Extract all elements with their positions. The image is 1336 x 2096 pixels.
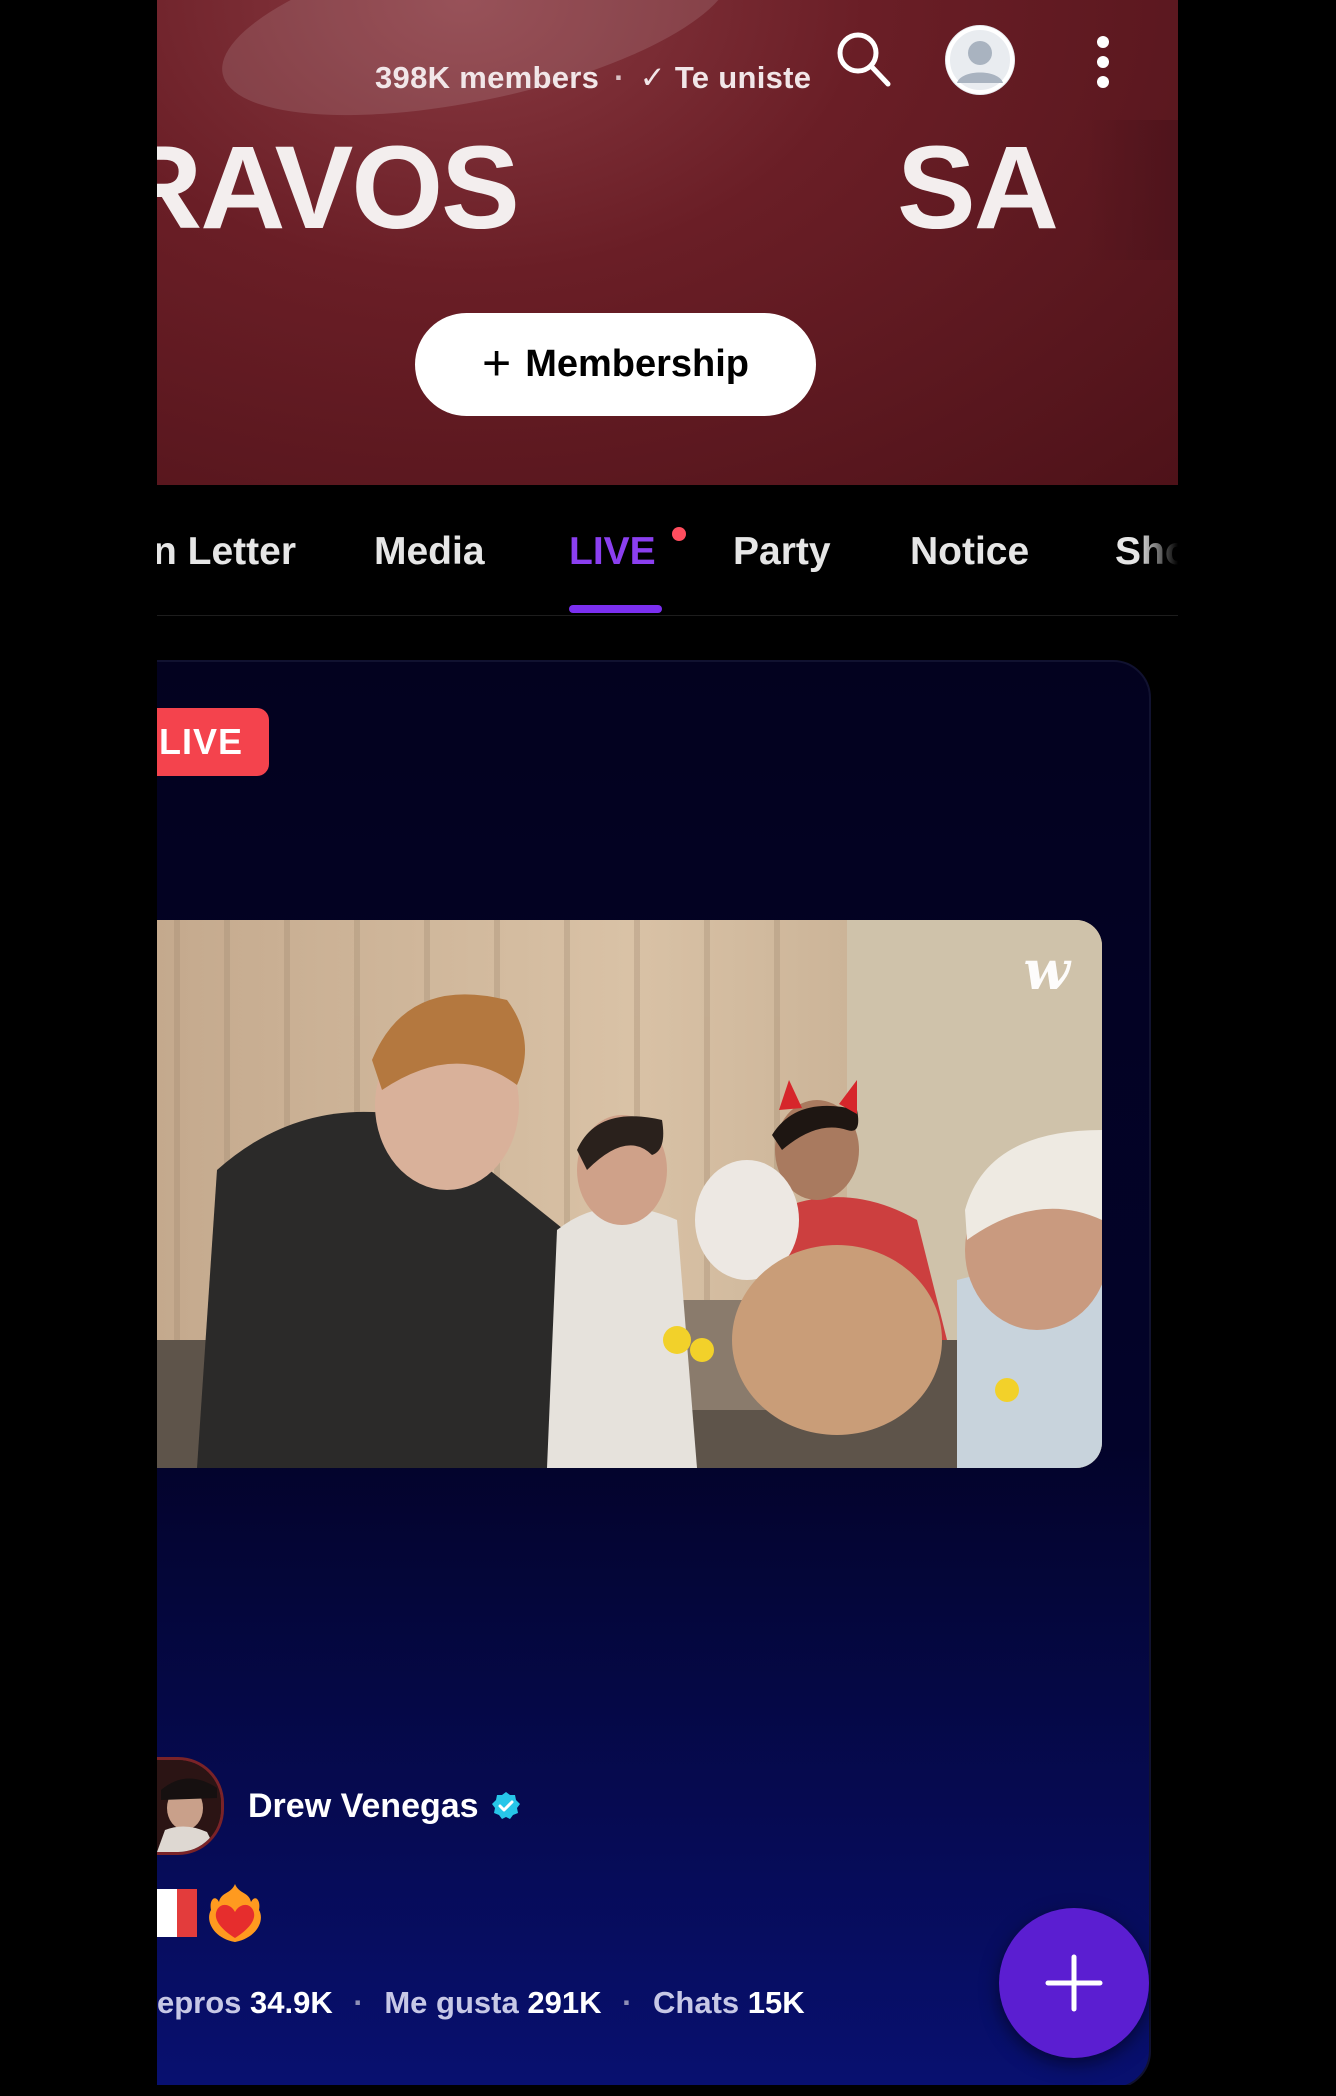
members-info: 398K members · ✓ Te uniste xyxy=(375,60,811,96)
tab-live[interactable]: LIVE xyxy=(569,530,656,574)
plus-icon xyxy=(1045,1954,1103,2012)
emoji-row xyxy=(157,1880,265,1946)
tabs-fade xyxy=(1138,515,1178,595)
banner-title-left: RAVOS xyxy=(157,122,520,254)
joined-check-icon: ✓ xyxy=(639,60,666,95)
banner-fade xyxy=(1087,120,1178,260)
profile-avatar-icon[interactable] xyxy=(945,25,1015,95)
membership-label: Membership xyxy=(525,343,750,385)
video-frame-image xyxy=(157,920,1102,1468)
tab-letter[interactable]: n Letter xyxy=(157,530,296,574)
more-options-icon[interactable] xyxy=(1089,32,1117,92)
chats-value: 15K xyxy=(747,1985,805,2020)
live-stats: epros 34.9K · Me gusta 291K · Chats 15K xyxy=(157,1985,805,2021)
weverse-logo-icon: w xyxy=(1023,938,1071,1002)
community-header: 398K members · ✓ Te uniste RAVOS SA + Me… xyxy=(157,0,1178,485)
tab-party[interactable]: Party xyxy=(733,530,831,574)
banner-title-right: SA xyxy=(897,122,1059,254)
live-badge: LIVE xyxy=(157,708,269,776)
membership-button[interactable]: + Membership xyxy=(415,313,816,416)
chats-label: Chats xyxy=(653,1985,740,2020)
author-name[interactable]: Drew Venegas xyxy=(248,1787,479,1826)
france-flag-icon xyxy=(157,1889,197,1937)
author-avatar[interactable] xyxy=(157,1757,224,1855)
app-screen: 398K members · ✓ Te uniste RAVOS SA + Me… xyxy=(157,0,1178,2096)
separator: · xyxy=(622,1985,633,2020)
tab-notice[interactable]: Notice xyxy=(910,530,1029,574)
separator: · xyxy=(353,1985,364,2020)
heart-on-fire-icon xyxy=(209,1884,261,1942)
live-video-thumbnail[interactable]: w xyxy=(157,920,1102,1468)
joined-label: Te uniste xyxy=(674,60,812,95)
plays-value: 34.9K xyxy=(250,1985,333,2020)
separator: · xyxy=(614,60,625,95)
author-row[interactable]: Drew Venegas xyxy=(157,1757,521,1855)
create-post-button[interactable] xyxy=(999,1908,1149,2058)
members-count: 398K members xyxy=(375,60,600,95)
plus-icon: + xyxy=(481,334,512,391)
active-tab-underline xyxy=(569,605,662,613)
bottom-edge xyxy=(157,2085,1178,2096)
plays-label: epros xyxy=(157,1985,242,2020)
likes-value: 291K xyxy=(527,1985,602,2020)
community-tabs: n Letter Media LIVE Party Notice Sho xyxy=(157,485,1178,616)
verified-badge-icon xyxy=(491,1792,520,1819)
likes-label: Me gusta xyxy=(384,1985,519,2020)
search-icon[interactable] xyxy=(832,28,894,90)
tab-media[interactable]: Media xyxy=(374,530,485,574)
live-indicator-dot xyxy=(672,527,686,541)
